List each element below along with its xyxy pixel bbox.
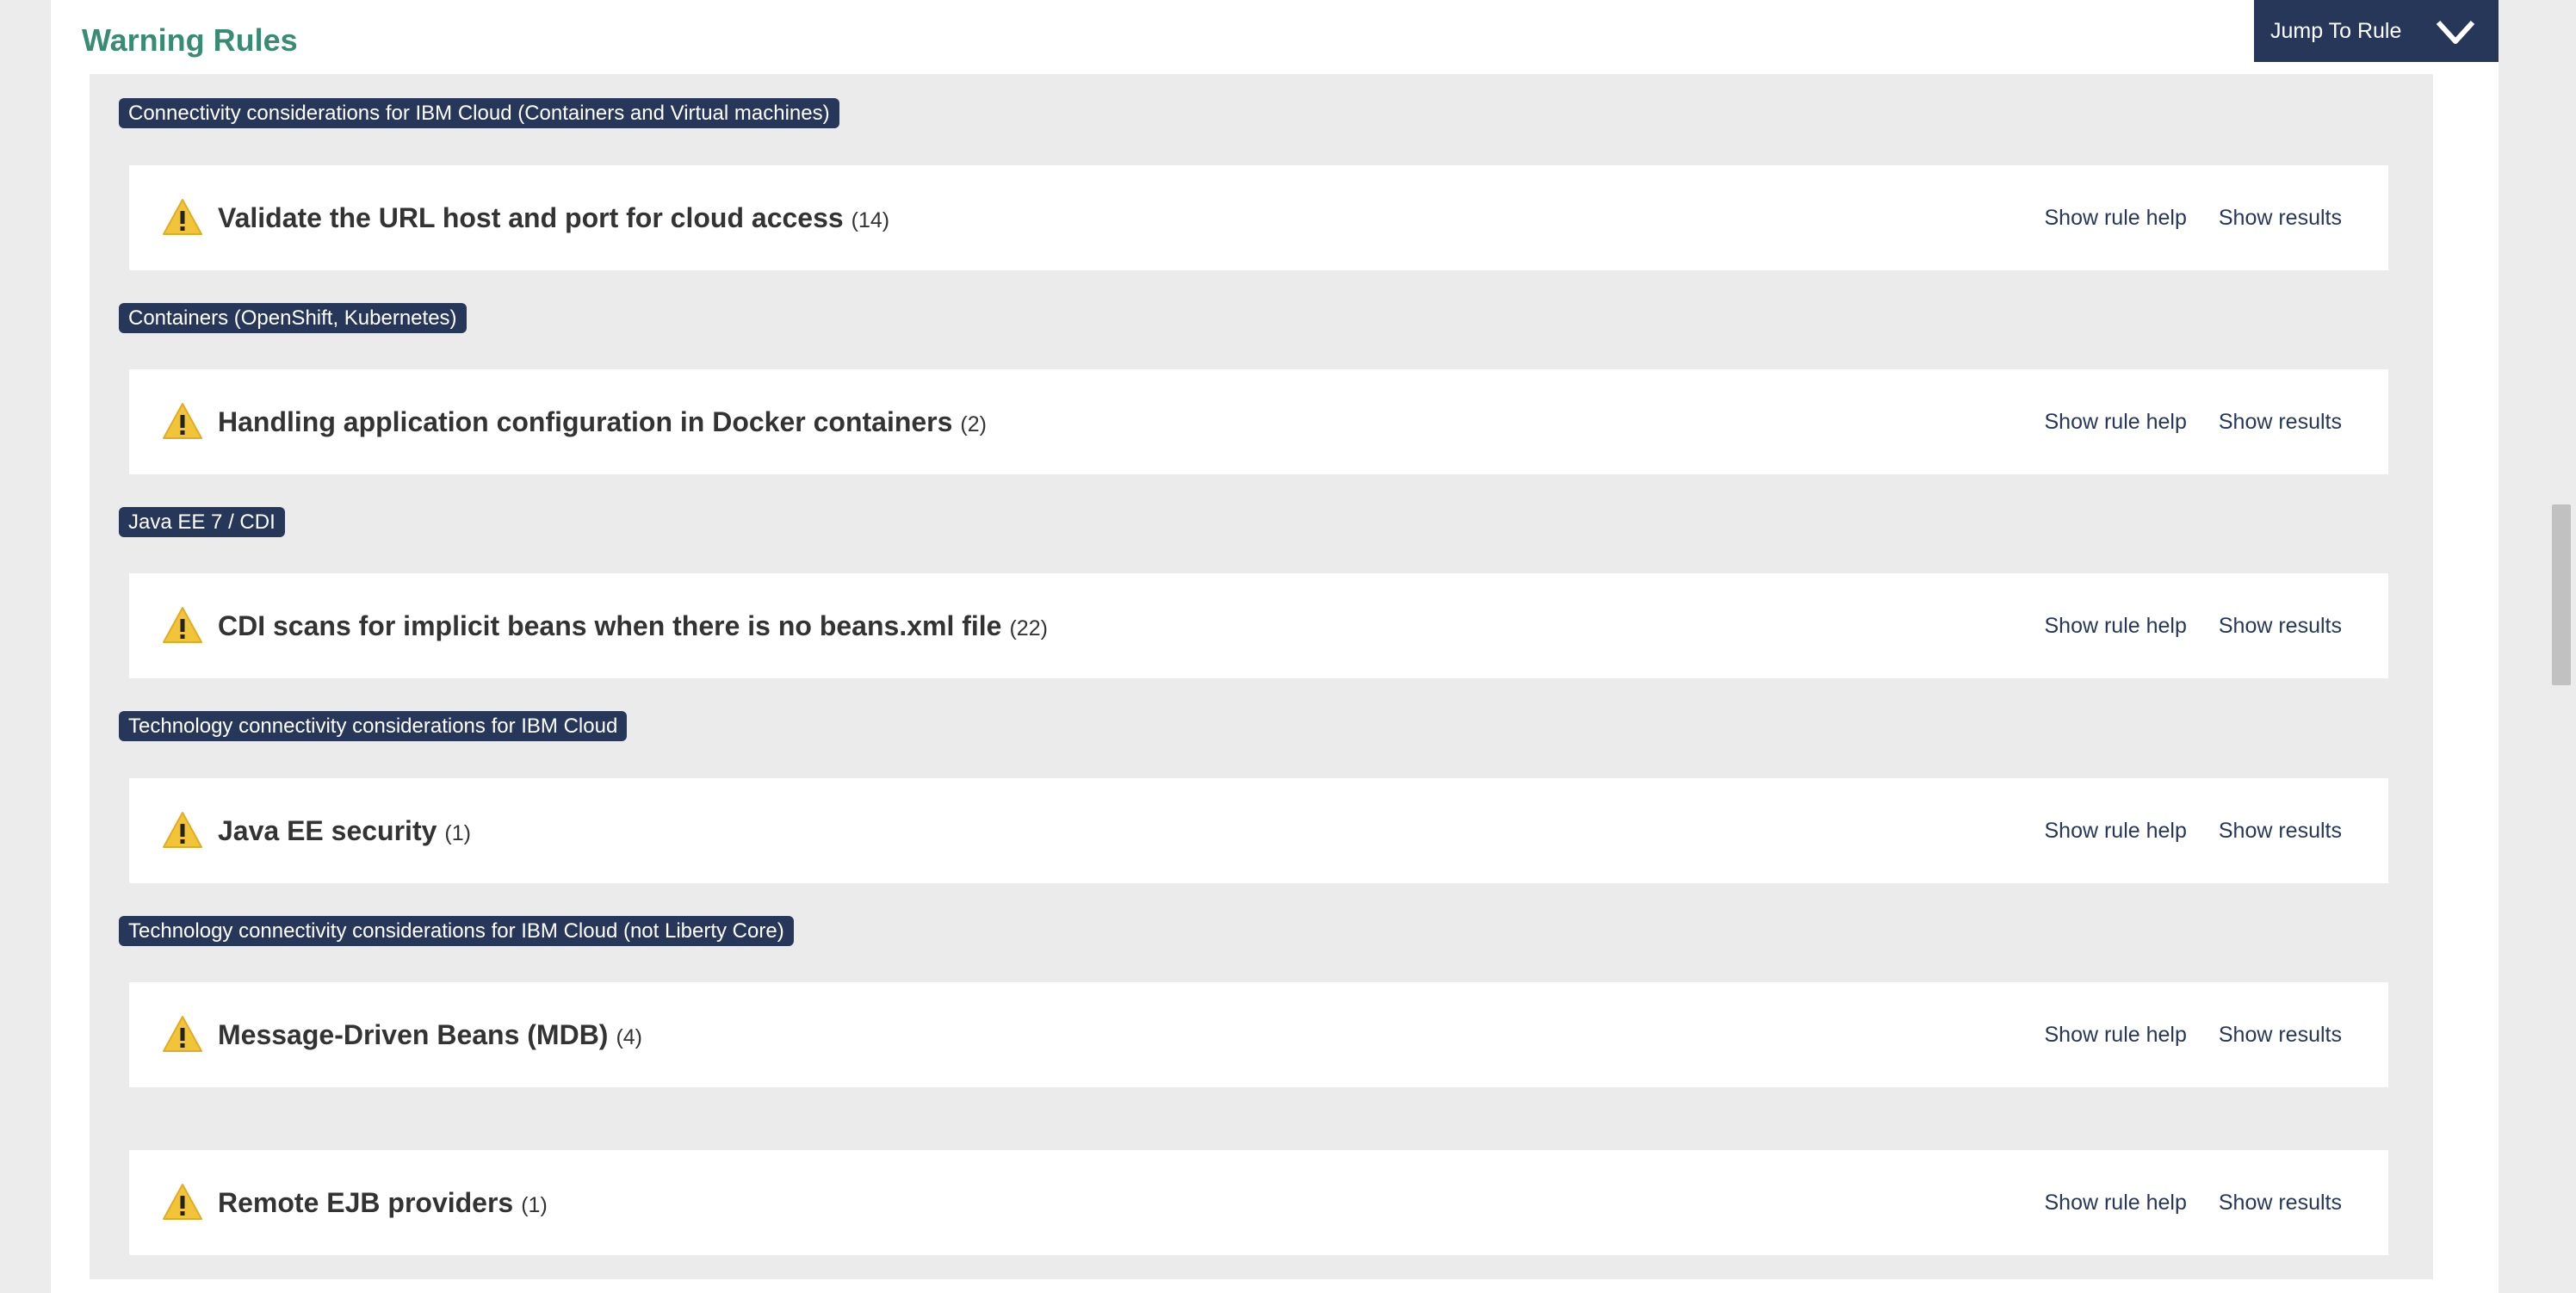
rule-count: (1) <box>521 1192 548 1217</box>
rule-name: Java EE security <box>218 814 437 846</box>
rule-group: Technology connectivity considerations f… <box>90 916 2433 946</box>
show-rule-help-link[interactable]: Show rule help <box>2044 819 2186 844</box>
warning-icon <box>163 199 202 235</box>
rule-card: Message-Driven Beans (MDB) (4) Show rule… <box>129 982 2388 1087</box>
section-title: Warning Rules <box>82 22 298 58</box>
scrollbar-thumb[interactable] <box>2552 504 2571 685</box>
warning-icon <box>163 1016 202 1052</box>
rule-name: CDI scans for implicit beans when there … <box>218 609 1002 641</box>
rule-count: (1) <box>444 820 471 845</box>
rule-title: Message-Driven Beans (MDB) (4) <box>218 982 642 1087</box>
show-rule-help-link[interactable]: Show rule help <box>2044 1023 2186 1048</box>
rule-card: Validate the URL host and port for cloud… <box>129 165 2388 270</box>
warning-icon <box>163 607 202 643</box>
rule-title: CDI scans for implicit beans when there … <box>218 573 1048 678</box>
show-results-link[interactable]: Show results <box>2219 1023 2342 1048</box>
category-tag: Java EE 7 / CDI <box>119 507 285 537</box>
rule-actions: Show rule help Show results <box>2044 1150 2342 1255</box>
rule-group: Java EE 7 / CDI <box>90 507 2433 537</box>
rule-count: (4) <box>616 1024 643 1049</box>
rule-title: Handling application configuration in Do… <box>218 369 987 474</box>
jump-to-rule-label: Jump To Rule <box>2270 18 2402 43</box>
rule-title: Java EE security (1) <box>218 778 471 883</box>
warning-icon <box>163 812 202 848</box>
category-tag: Technology connectivity considerations f… <box>119 711 628 741</box>
category-tag: Technology connectivity considerations f… <box>119 916 794 946</box>
rule-title: Validate the URL host and port for cloud… <box>218 165 889 270</box>
rule-count: (2) <box>960 411 987 436</box>
rule-card: Remote EJB providers (1) Show rule help … <box>129 1150 2388 1255</box>
rules-panel: Connectivity considerations for IBM Clou… <box>90 74 2433 1279</box>
rule-actions: Show rule help Show results <box>2044 778 2342 883</box>
rule-name: Remote EJB providers <box>218 1186 514 1218</box>
rule-count: (14) <box>851 207 890 232</box>
rule-card: CDI scans for implicit beans when there … <box>129 573 2388 678</box>
show-results-link[interactable]: Show results <box>2219 819 2342 844</box>
rule-card: Handling application configuration in Do… <box>129 369 2388 474</box>
show-rule-help-link[interactable]: Show rule help <box>2044 206 2186 231</box>
warning-icon <box>163 1184 202 1220</box>
show-rule-help-link[interactable]: Show rule help <box>2044 614 2186 639</box>
show-results-link[interactable]: Show results <box>2219 1191 2342 1216</box>
rule-group: Containers (OpenShift, Kubernetes) <box>90 303 2433 333</box>
rule-group: Technology connectivity considerations f… <box>90 711 2433 741</box>
rule-actions: Show rule help Show results <box>2044 982 2342 1087</box>
show-rule-help-link[interactable]: Show rule help <box>2044 410 2186 435</box>
show-results-link[interactable]: Show results <box>2219 206 2342 231</box>
rule-actions: Show rule help Show results <box>2044 369 2342 474</box>
show-rule-help-link[interactable]: Show rule help <box>2044 1191 2186 1216</box>
show-results-link[interactable]: Show results <box>2219 410 2342 435</box>
rule-name: Validate the URL host and port for cloud… <box>218 201 844 233</box>
rule-group: Connectivity considerations for IBM Clou… <box>90 98 2433 128</box>
rule-count: (22) <box>1009 616 1048 640</box>
show-results-link[interactable]: Show results <box>2219 614 2342 639</box>
rule-name: Handling application configuration in Do… <box>218 405 953 437</box>
category-tag: Containers (OpenShift, Kubernetes) <box>119 303 467 333</box>
page-content: Warning Rules Jump To Rule Connectivity … <box>51 0 2499 1293</box>
jump-to-rule-button[interactable]: Jump To Rule <box>2254 0 2499 62</box>
category-tag: Connectivity considerations for IBM Clou… <box>119 98 839 128</box>
chevron-down-icon <box>2436 20 2475 44</box>
rule-card: Java EE security (1) Show rule help Show… <box>129 778 2388 883</box>
warning-icon <box>163 403 202 439</box>
rule-title: Remote EJB providers (1) <box>218 1150 548 1255</box>
rule-actions: Show rule help Show results <box>2044 573 2342 678</box>
rule-name: Message-Driven Beans (MDB) <box>218 1018 609 1050</box>
rule-actions: Show rule help Show results <box>2044 165 2342 270</box>
